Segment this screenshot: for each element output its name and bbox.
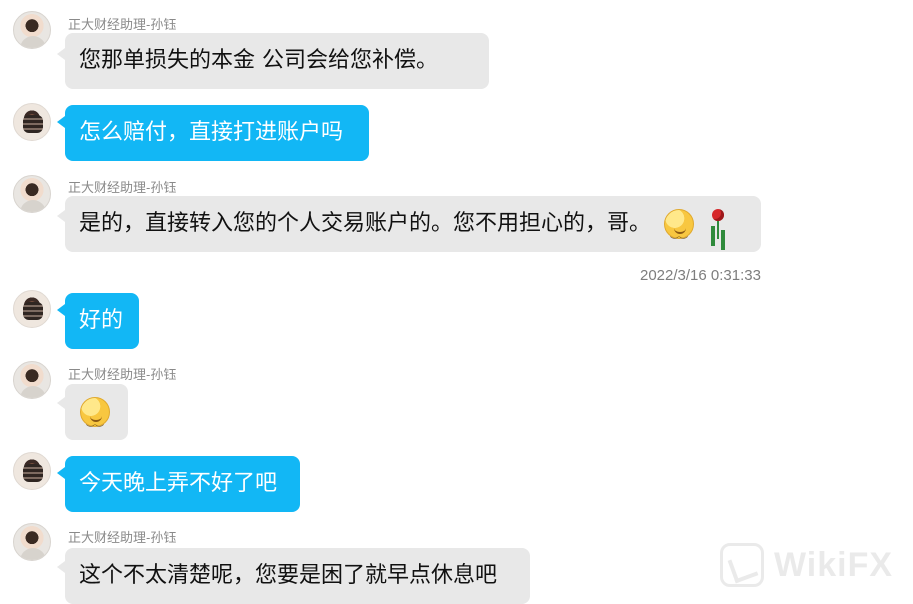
bubble-tail xyxy=(57,467,65,479)
bubble-tail xyxy=(57,397,65,409)
sender-name: 正大财经助理-孙钰 xyxy=(68,530,177,545)
wikifx-logo-icon xyxy=(720,543,764,587)
my-avatar[interactable] xyxy=(13,290,51,328)
message-text: 这个不太清楚呢，您要是困了就早点休息吧 xyxy=(79,563,498,588)
assistant-avatar[interactable] xyxy=(13,361,51,399)
message-timestamp: 2022/3/16 0:31:33 xyxy=(640,267,761,284)
wikifx-watermark: WikiFX xyxy=(720,540,900,590)
sender-name: 正大财经助理-孙钰 xyxy=(68,367,177,382)
message-text: 是的，直接转入您的个人交易账户的。您不用担心的，哥。 xyxy=(79,211,652,236)
bubble-tail xyxy=(57,210,65,222)
message-bubble[interactable]: 您那单损失的本金 公司会给您补偿。 xyxy=(65,33,489,89)
watermark-text: WikiFX xyxy=(774,545,894,584)
rose-emoji-icon xyxy=(707,207,729,241)
message-text: 您那单损失的本金 公司会给您补偿。 xyxy=(79,48,438,73)
bubble-tail xyxy=(57,116,65,128)
smile-emoji-icon xyxy=(80,397,110,458)
assistant-avatar[interactable] xyxy=(13,175,51,213)
sender-name: 正大财经助理-孙钰 xyxy=(68,17,177,32)
message-bubble[interactable]: 这个不太清楚呢，您要是困了就早点休息吧 xyxy=(65,548,530,604)
message-bubble[interactable]: 怎么赔付，直接打进账户吗 xyxy=(65,105,369,161)
message-text: 怎么赔付，直接打进账户吗 xyxy=(79,120,344,145)
message-bubble[interactable]: 好的 xyxy=(65,293,139,349)
smile-emoji-icon xyxy=(664,209,695,270)
assistant-avatar[interactable] xyxy=(13,523,51,561)
message-bubble[interactable] xyxy=(65,384,128,458)
message-text: 今天晚上弄不好了吧 xyxy=(79,471,278,496)
assistant-avatar[interactable] xyxy=(13,11,51,49)
my-avatar[interactable] xyxy=(13,103,51,141)
message-text: 好的 xyxy=(79,308,124,333)
my-avatar[interactable] xyxy=(13,452,51,490)
sender-name: 正大财经助理-孙钰 xyxy=(68,180,177,195)
bubble-tail xyxy=(57,561,65,573)
bubble-tail xyxy=(57,48,65,60)
message-bubble[interactable]: 是的，直接转入您的个人交易账户的。您不用担心的，哥。 xyxy=(65,196,761,270)
bubble-tail xyxy=(57,304,65,316)
message-bubble[interactable]: 今天晚上弄不好了吧 xyxy=(65,456,300,512)
